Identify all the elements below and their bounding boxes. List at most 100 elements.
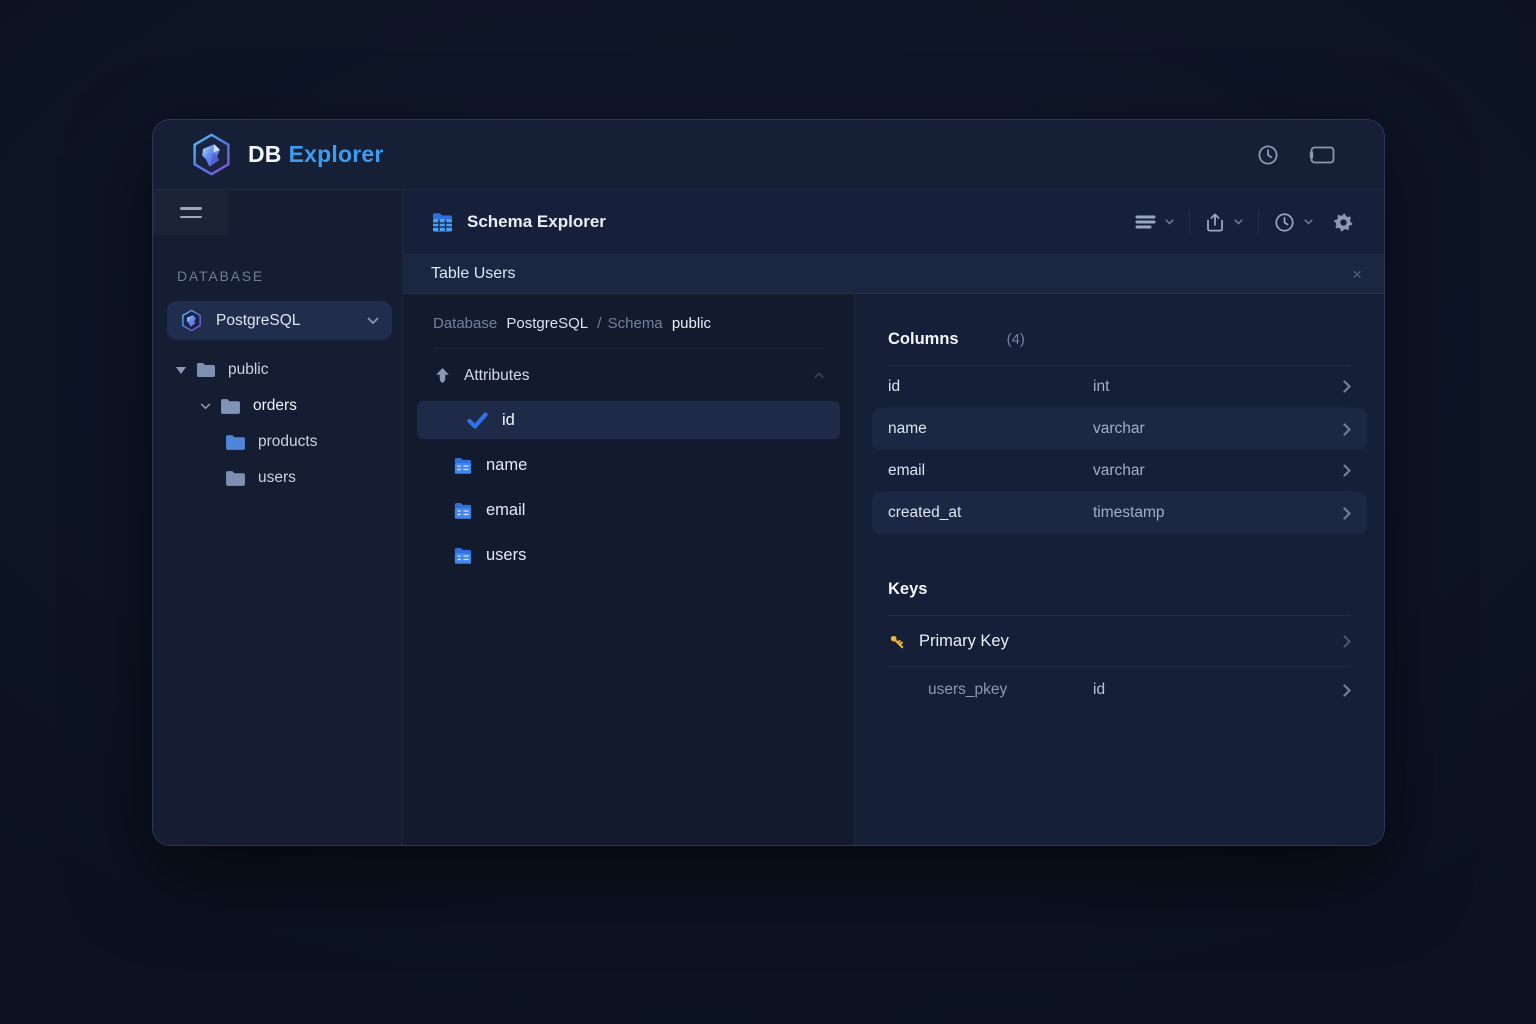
tree-item-orders[interactable]: orders	[153, 388, 402, 424]
app-title-secondary: Explorer	[289, 141, 384, 167]
attributes-panel: Database PostgreSQL / Schema public	[403, 294, 855, 845]
main-header: Schema Explorer	[403, 190, 1384, 255]
history-clock-icon[interactable]	[1257, 144, 1279, 166]
share-export-icon	[1205, 212, 1225, 233]
history-clock-icon	[1274, 212, 1295, 233]
keys-section-title: Keys	[888, 580, 927, 599]
chevron-down-icon	[1234, 219, 1243, 225]
tree-item-label: public	[228, 361, 269, 379]
schema-table-icon	[431, 212, 454, 233]
gear-icon	[1333, 212, 1354, 233]
chevron-down-icon[interactable]	[199, 403, 211, 410]
chevron-right-icon	[1343, 684, 1351, 697]
attribute-item-email[interactable]: email	[403, 488, 854, 533]
chevron-down-icon	[367, 317, 379, 325]
tree-item-label: orders	[253, 397, 297, 415]
caret-down-icon[interactable]	[175, 367, 187, 374]
attribute-label: email	[486, 501, 525, 520]
primary-key-label: Primary Key	[919, 632, 1009, 651]
view-options-button[interactable]	[1135, 215, 1174, 229]
attribute-item-name[interactable]: name	[403, 443, 854, 488]
chevron-right-icon	[1343, 507, 1351, 520]
folder-icon	[225, 470, 246, 487]
folder-icon	[225, 434, 246, 451]
details-panel: Columns (4) id int	[855, 294, 1384, 845]
attribute-item-id[interactable]: id	[417, 401, 840, 439]
column-type: timestamp	[1093, 504, 1165, 522]
columns-table: id int name varchar	[888, 366, 1351, 534]
column-type: int	[1093, 378, 1109, 396]
breadcrumb-db-value[interactable]: PostgreSQL	[506, 315, 588, 332]
key-column: id	[1093, 681, 1105, 699]
chevron-down-icon	[1304, 219, 1313, 225]
column-name: created_at	[888, 504, 1093, 522]
attributes-section-header[interactable]: Attributes	[403, 349, 854, 398]
titlebar: DB Explorer	[153, 120, 1384, 190]
attribute-item-users[interactable]: users	[403, 533, 854, 578]
share-export-button[interactable]	[1205, 212, 1243, 233]
tree-item-products[interactable]: products	[153, 424, 402, 460]
chevron-right-icon	[1343, 380, 1351, 393]
connection-label: PostgreSQL	[216, 312, 300, 330]
table-tab-bar[interactable]: Table Users ×	[403, 255, 1384, 294]
hamburger-icon	[180, 207, 202, 218]
column-name: id	[888, 378, 1093, 396]
tree-item-label: users	[258, 469, 296, 487]
app-window: DB Explorer DATABASE	[152, 119, 1385, 846]
table-icon	[453, 547, 473, 565]
attribute-label: users	[486, 546, 526, 565]
breadcrumb-db-label: Database	[433, 315, 497, 332]
chevron-down-icon	[1165, 219, 1174, 225]
column-type: varchar	[1093, 420, 1145, 438]
column-row-id[interactable]: id int	[888, 366, 1351, 408]
key-name: users_pkey	[928, 681, 1093, 699]
primary-key-row[interactable]: Primary Key	[888, 616, 1351, 667]
toolbar	[1135, 209, 1354, 235]
postgresql-logo-icon	[180, 309, 203, 332]
app-title-primary: DB	[248, 141, 282, 167]
column-name: name	[888, 420, 1093, 438]
history-button[interactable]	[1274, 212, 1313, 233]
window-panel-icon[interactable]	[1309, 144, 1336, 166]
column-row-email[interactable]: email varchar	[888, 450, 1351, 492]
settings-button[interactable]	[1333, 212, 1354, 233]
attribute-label: id	[502, 411, 515, 430]
publish-arrow-icon	[433, 366, 452, 385]
app-brand: DB Explorer	[189, 132, 384, 177]
attributes-title: Attributes	[464, 367, 529, 385]
columns-count-badge: (4)	[1007, 331, 1025, 348]
key-row-users-pkey[interactable]: users_pkey id	[888, 667, 1351, 713]
breadcrumb-separator: /	[597, 315, 601, 332]
chevron-right-icon	[1343, 635, 1351, 648]
tree-item-public[interactable]: public	[153, 352, 402, 388]
sidebar-toggle-button[interactable]	[153, 190, 228, 235]
sidebar: DATABASE PostgreSQL	[153, 190, 403, 845]
table-icon	[453, 502, 473, 520]
main-area: Schema Explorer	[403, 190, 1384, 845]
chevron-up-icon[interactable]	[814, 372, 824, 379]
tree-item-label: products	[258, 433, 317, 451]
tree-item-users[interactable]: users	[153, 460, 402, 496]
column-name: email	[888, 462, 1093, 480]
check-icon	[467, 412, 488, 429]
sidebar-item-postgresql[interactable]: PostgreSQL	[167, 301, 392, 340]
page-title: Schema Explorer	[467, 212, 606, 232]
folder-icon	[196, 362, 216, 378]
close-icon[interactable]: ×	[1352, 266, 1362, 283]
breadcrumb: Database PostgreSQL / Schema public	[403, 294, 854, 348]
app-logo-icon	[189, 132, 234, 177]
breadcrumb-schema-value[interactable]: public	[672, 315, 711, 332]
chevron-right-icon	[1343, 464, 1351, 477]
key-icon	[888, 633, 905, 650]
table-icon	[453, 457, 473, 475]
columns-section-title: Columns	[888, 330, 959, 349]
column-type: varchar	[1093, 462, 1145, 480]
column-row-name[interactable]: name varchar	[872, 408, 1367, 450]
column-row-created-at[interactable]: created_at timestamp	[872, 492, 1367, 534]
breadcrumb-schema-label: Schema	[608, 315, 663, 332]
attribute-label: name	[486, 456, 527, 475]
menu-lines-icon	[1135, 215, 1156, 229]
app-title: DB Explorer	[248, 141, 384, 168]
sidebar-section-label: DATABASE	[177, 268, 402, 284]
tab-title: Table Users	[431, 265, 515, 283]
